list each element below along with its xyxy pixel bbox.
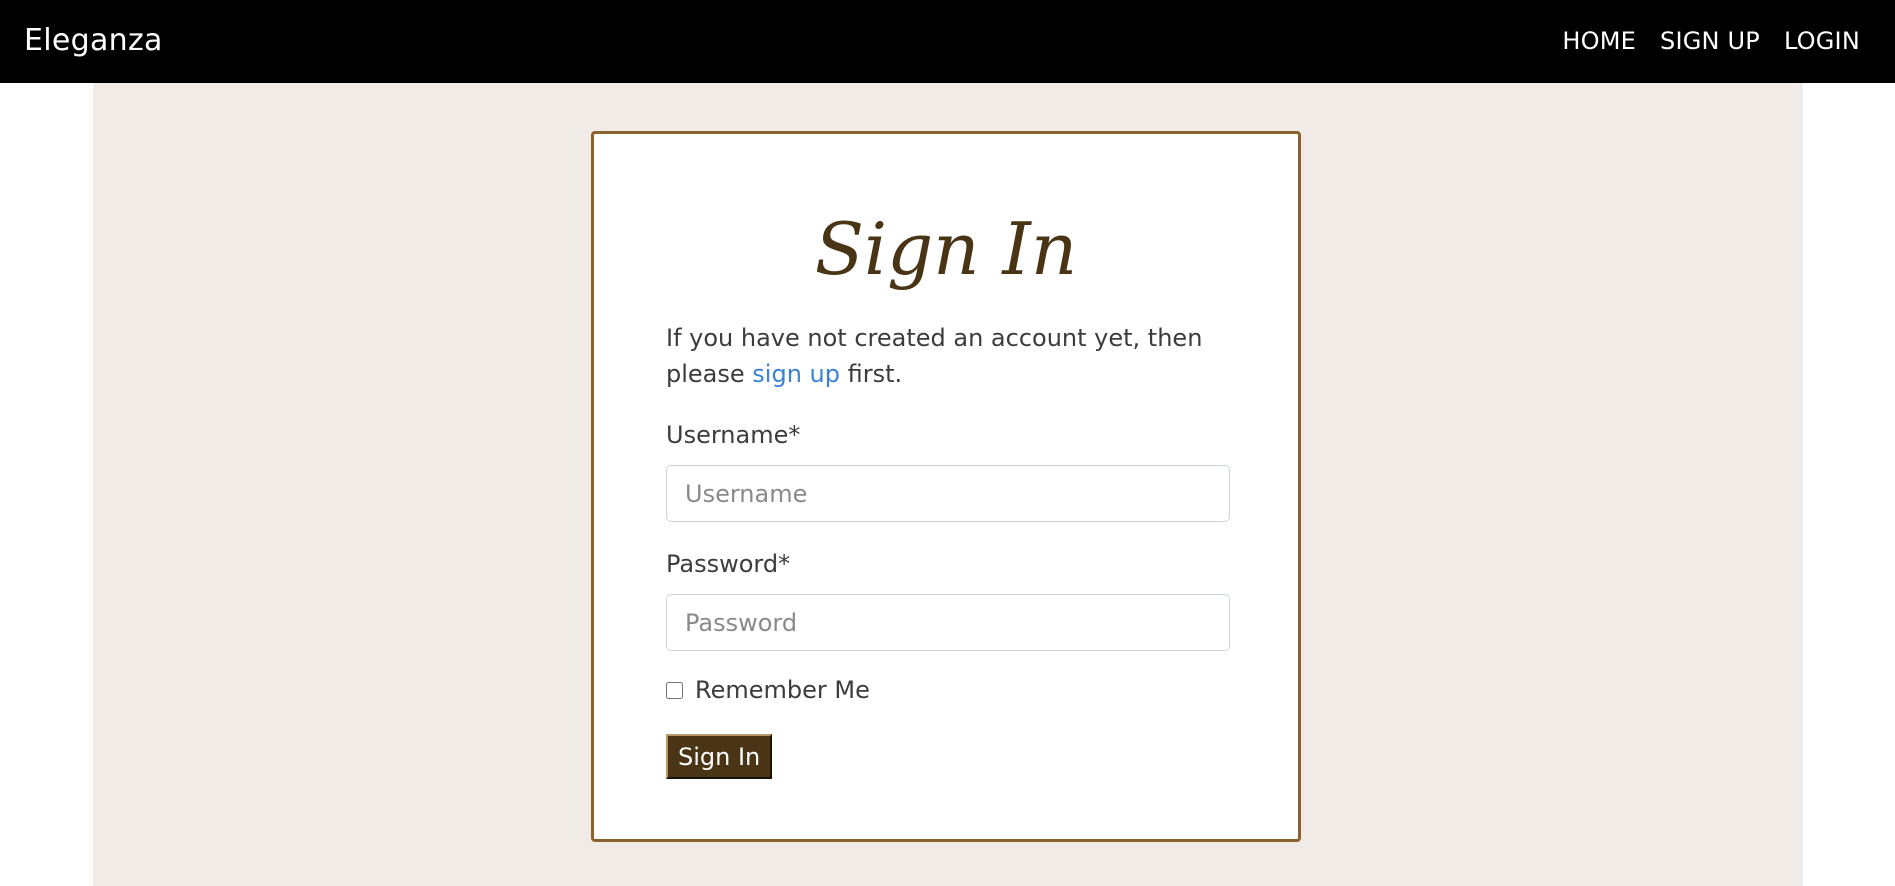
signup-prompt-text-before: If you have not created an account yet, …	[666, 324, 1203, 388]
username-input[interactable]	[666, 465, 1230, 522]
remember-me-checkbox[interactable]	[666, 681, 683, 699]
signin-card: Sign In If you have not created an accou…	[591, 131, 1301, 842]
sign-in-button[interactable]: Sign In	[666, 734, 773, 779]
password-label: Password*	[666, 550, 791, 578]
brand-logo-link[interactable]: Eleganza	[24, 22, 163, 60]
top-navbar: Eleganza HOME SIGN UP LOGIN	[0, 0, 1895, 83]
nav-link-login[interactable]: LOGIN	[1784, 25, 1860, 57]
username-label: Username*	[666, 421, 801, 449]
nav-link-home[interactable]: HOME	[1562, 25, 1636, 57]
signup-prompt-text-after: first.	[839, 360, 903, 388]
signin-title: Sign In	[814, 207, 1078, 291]
signup-prompt: If you have not created an account yet, …	[666, 320, 1246, 392]
remember-me-label[interactable]: Remember Me	[695, 674, 870, 706]
nav-link-sign-up[interactable]: SIGN UP	[1660, 25, 1760, 57]
remember-me-row: Remember Me	[666, 674, 870, 706]
signup-link[interactable]: sign up	[752, 360, 840, 388]
nav-links: HOME SIGN UP LOGIN	[1562, 25, 1860, 57]
password-input[interactable]	[666, 594, 1230, 651]
